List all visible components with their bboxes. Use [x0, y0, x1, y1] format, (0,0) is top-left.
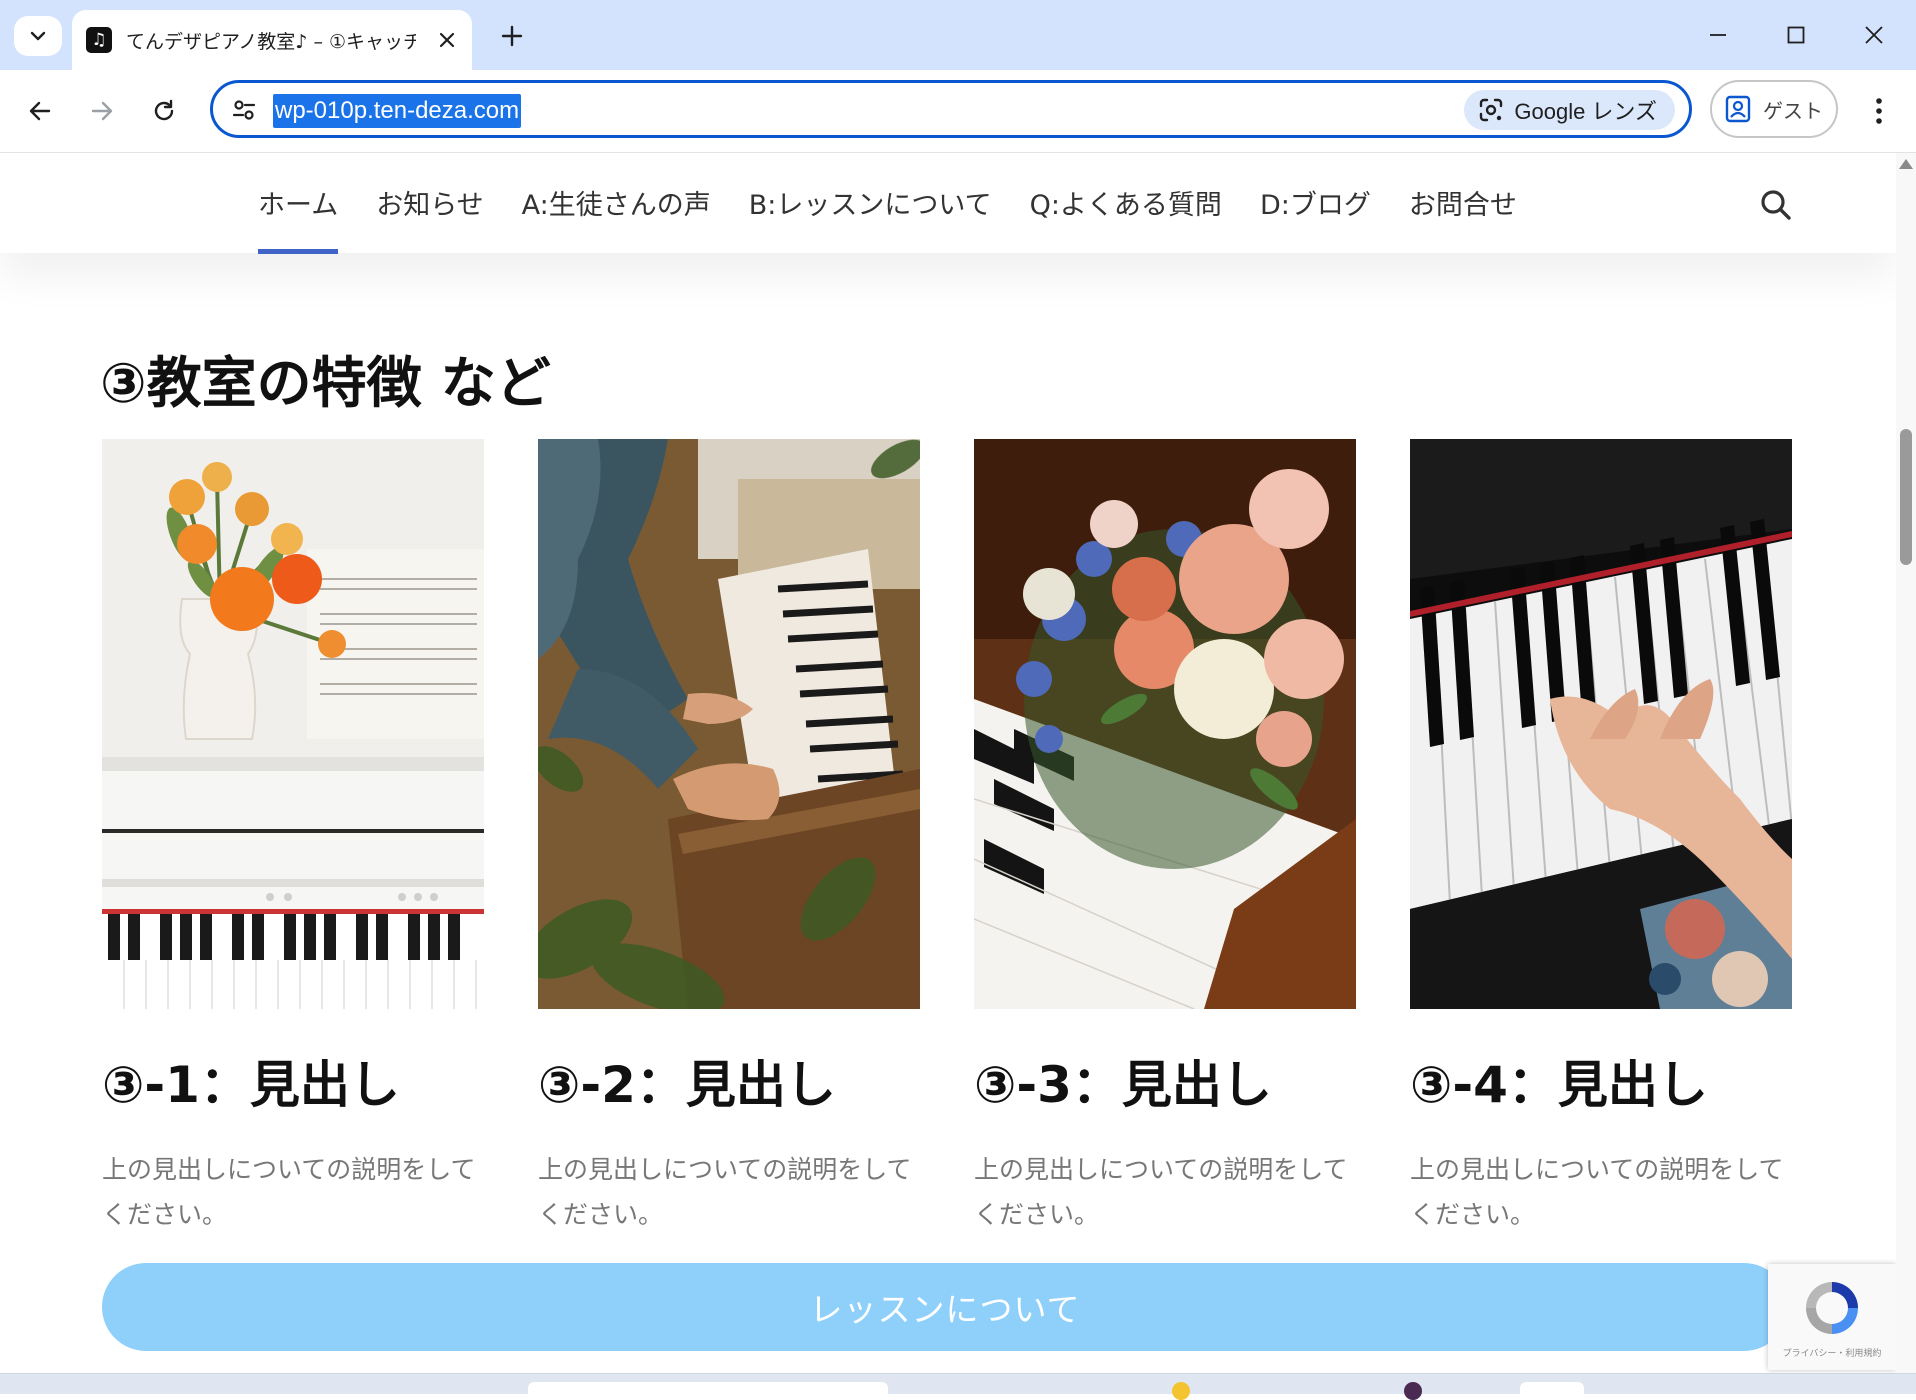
forward-button[interactable] [80, 89, 124, 133]
taskbar-app-icon[interactable] [1172, 1382, 1190, 1400]
arrow-right-icon [91, 101, 113, 121]
nav-item-home[interactable]: ホーム [258, 183, 339, 254]
card-heading: ③-1：見出し [102, 1056, 400, 1114]
recaptcha-links[interactable]: プライバシー・利用規約 [1768, 1346, 1896, 1359]
card-description: 上の見出しについての説明をしてください。 [1410, 1155, 1784, 1229]
lessons-button[interactable]: レッスンについて [102, 1263, 1788, 1351]
back-button[interactable] [18, 89, 62, 133]
arrow-left-icon [29, 101, 51, 121]
guest-label: ゲスト [1763, 98, 1823, 123]
white-piano-with-flowers-image [102, 439, 484, 1009]
guest-profile-button[interactable]: ゲスト [1710, 80, 1838, 138]
site-info-button[interactable] [229, 95, 259, 125]
taskbar-search[interactable] [528, 1382, 888, 1394]
scroll-thumb[interactable] [1900, 429, 1912, 565]
card-description: 上の見出しについての説明をしてください。 [974, 1155, 1348, 1229]
feature-card: ③-2：見出し 上の見出しについての説明をしてください。 [538, 439, 920, 1237]
lessons-button-label: レッスンについて [809, 1290, 1081, 1329]
music-note-icon: ♫ [86, 27, 112, 53]
google-lens-button[interactable]: Google レンズ [1464, 90, 1675, 130]
site-nav-items: ホーム お知らせ A:生徒さんの声 B:レッスンについて Q:よくある質問 D:… [258, 183, 1555, 254]
nav-item-student-voices[interactable]: A:生徒さんの声 [522, 183, 711, 253]
feature-card: ③-4：見出し 上の見出しについての説明をしてください。 [1410, 439, 1792, 1237]
nav-item-faq[interactable]: Q:よくある質問 [1030, 183, 1222, 253]
card-description: 上の見出しについての説明をしてください。 [538, 1155, 912, 1229]
flower-bouquet-on-piano-keys-image [974, 439, 1356, 1009]
browser-menu-button[interactable] [1862, 89, 1896, 133]
window-close-button[interactable] [1844, 12, 1904, 58]
browser-toolbar: wp-010p.ten-deza.com Google レンズ ゲスト [0, 70, 1916, 153]
lens-icon [1480, 98, 1503, 122]
close-icon [439, 32, 455, 48]
site-search-button[interactable] [1756, 185, 1796, 225]
recaptcha-badge[interactable]: プライバシー・利用規約 [1768, 1264, 1896, 1370]
scroll-up-arrow[interactable] [1899, 159, 1913, 169]
nav-item-news[interactable]: お知らせ [376, 183, 483, 253]
tab-search-button[interactable] [14, 16, 62, 56]
reload-icon [154, 99, 174, 121]
recaptcha-icon [1806, 1282, 1858, 1334]
page-scrollbar[interactable] [1896, 153, 1916, 1373]
profile-icon [1725, 95, 1751, 123]
card-heading: ③-4：見出し [1410, 1056, 1708, 1114]
chevron-down-icon [30, 31, 46, 41]
google-lens-label: Google レンズ [1514, 99, 1657, 124]
tab-close-button[interactable] [432, 25, 462, 55]
taskbar-app-icon[interactable] [1404, 1382, 1422, 1400]
url-text[interactable]: wp-010p.ten-deza.com [273, 94, 522, 128]
search-icon [1761, 190, 1791, 220]
web-page: ホーム お知らせ A:生徒さんの声 B:レッスンについて Q:よくある質問 D:… [0, 153, 1896, 1373]
tab-title: てんデザピアノ教室♪ – ①キャッチコピー [126, 30, 416, 53]
reload-button[interactable] [142, 89, 186, 133]
card-heading: ③-3：見出し [974, 1056, 1272, 1114]
card-description: 上の見出しについての説明をしてください。 [102, 1155, 476, 1229]
tune-icon [232, 100, 256, 120]
feature-card: ③-3：見出し 上の見出しについての説明をしてください。 [974, 439, 1356, 1237]
new-tab-button[interactable] [492, 16, 532, 56]
section-title: ③教室の特徴 など [100, 351, 551, 415]
tab-strip: ♫ てんデザピアノ教室♪ – ①キャッチコピー [0, 0, 1916, 70]
plus-icon [501, 25, 523, 47]
kebab-menu-icon [1876, 98, 1882, 124]
maximize-button[interactable] [1766, 12, 1826, 58]
nav-item-lessons[interactable]: B:レッスンについて [749, 183, 992, 253]
address-bar[interactable]: wp-010p.ten-deza.com Google レンズ [210, 80, 1692, 138]
site-navigation: ホーム お知らせ A:生徒さんの声 B:レッスンについて Q:よくある質問 D:… [0, 153, 1896, 254]
minimize-button[interactable] [1688, 12, 1748, 58]
taskbar [0, 1373, 1916, 1400]
card-heading: ③-2：見出し [538, 1056, 836, 1114]
hands-playing-upright-piano-image [538, 439, 920, 1009]
feature-card: ③-1：見出し 上の見出しについての説明をしてください。 [102, 439, 484, 1237]
browser-tab[interactable]: ♫ てんデザピアノ教室♪ – ①キャッチコピー [72, 10, 472, 70]
minimize-icon [1710, 34, 1726, 36]
nav-item-blog[interactable]: D:ブログ [1260, 183, 1371, 253]
close-icon [1865, 26, 1883, 44]
maximize-icon [1787, 26, 1805, 44]
nav-item-contact[interactable]: お問合せ [1409, 183, 1517, 253]
hand-on-grand-piano-keys-image [1410, 439, 1792, 1009]
taskbar-app-icon[interactable] [1520, 1382, 1584, 1394]
